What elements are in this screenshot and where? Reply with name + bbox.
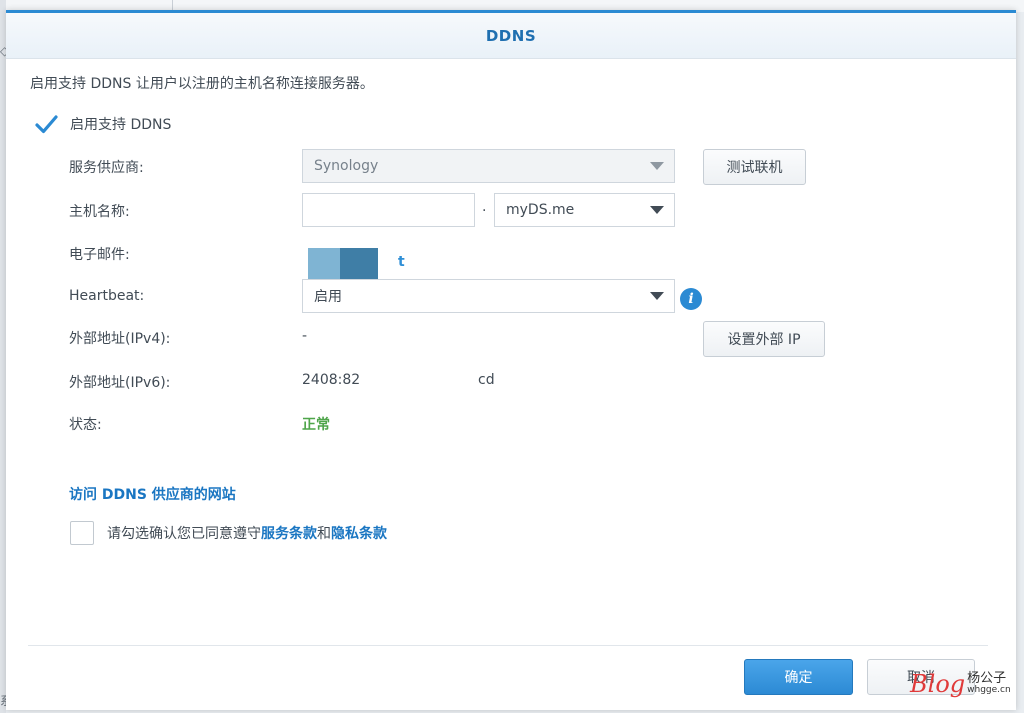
watermark-url: whgge.cn xyxy=(967,685,1011,696)
enable-ddns-label: 启用支持 DDNS xyxy=(70,117,172,133)
heartbeat-value: 启用 xyxy=(314,289,342,305)
dialog-header: DDNS xyxy=(6,13,1016,59)
provider-label: 服务供应商: xyxy=(69,160,144,176)
heartbeat-label: Heartbeat: xyxy=(69,288,145,304)
domain-select[interactable]: myDS.me xyxy=(494,193,675,227)
agreement-row: 请勾选确认您已同意遵守服务条款和隐私条款 xyxy=(70,521,387,545)
test-connection-button[interactable]: 测试联机 xyxy=(703,149,806,185)
checkmark-icon xyxy=(35,115,58,134)
ipv6-value-head: 2408:82 xyxy=(302,372,361,388)
ipv4-value: - xyxy=(302,328,308,344)
dialog-description: 启用支持 DDNS 让用户以注册的主机名称连接服务器。 xyxy=(30,76,374,92)
chevron-down-icon xyxy=(650,206,664,214)
status-label: 状态: xyxy=(69,417,102,433)
chevron-down-icon xyxy=(650,162,664,170)
agreement-checkbox[interactable] xyxy=(70,521,94,545)
provider-select: Synology xyxy=(302,149,675,183)
provider-value: Synology xyxy=(314,158,379,174)
email-label: 电子邮件: xyxy=(69,247,130,263)
chevron-down-icon xyxy=(650,292,664,300)
ok-button[interactable]: 确定 xyxy=(744,659,853,695)
privacy-policy-link[interactable]: 隐私条款 xyxy=(331,526,387,542)
agreement-prefix: 请勾选确认您已同意遵守 xyxy=(107,526,261,542)
hostname-label: 主机名称: xyxy=(69,204,130,220)
ddns-dialog: DDNS 启用支持 DDNS 让用户以注册的主机名称连接服务器。 启用支持 DD… xyxy=(6,10,1016,710)
enable-ddns-checkbox[interactable] xyxy=(34,113,58,135)
ipv6-label: 外部地址(IPv6): xyxy=(69,375,171,391)
footer-divider xyxy=(28,645,988,646)
watermark: Blog 杨公子 whgge.cn xyxy=(910,670,1011,699)
agreement-text: 请勾选确认您已同意遵守服务条款和隐私条款 xyxy=(107,523,387,543)
heartbeat-select[interactable]: 启用 xyxy=(302,279,675,313)
agreement-and: 和 xyxy=(317,526,331,542)
ipv6-value-tail: cd xyxy=(478,372,495,388)
terms-of-service-link[interactable]: 服务条款 xyxy=(261,526,317,542)
ipv4-label: 外部地址(IPv4): xyxy=(69,331,171,347)
watermark-name: 杨公子 xyxy=(967,671,1007,686)
watermark-blog: Blog xyxy=(910,670,966,699)
info-icon[interactable]: i xyxy=(680,288,702,310)
email-value-tail: t xyxy=(398,254,405,270)
domain-value: myDS.me xyxy=(506,202,575,218)
status-value: 正常 xyxy=(302,417,330,433)
set-external-ip-button[interactable]: 设置外部 IP xyxy=(703,321,825,357)
hostname-separator: . xyxy=(482,199,487,215)
visit-provider-link[interactable]: 访问 DDNS 供应商的网站 xyxy=(69,484,236,504)
enable-ddns-row[interactable]: 启用支持 DDNS xyxy=(34,113,171,135)
hostname-input[interactable] xyxy=(302,193,475,227)
dialog-title: DDNS xyxy=(485,26,537,45)
